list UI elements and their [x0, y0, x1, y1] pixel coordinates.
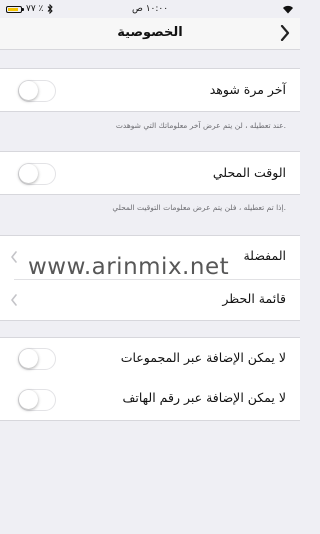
navigation-bar: الخصوصية	[0, 18, 300, 50]
add-via-phone-label: لا يمكن الإضافة عبر رقم الهاتف	[122, 390, 286, 405]
last-seen-section: آخر مرة شوهد	[0, 68, 300, 112]
last-seen-row: آخر مرة شوهد	[0, 69, 300, 113]
battery-percent: ٧٧ ٪	[26, 4, 44, 14]
back-button[interactable]	[276, 22, 294, 44]
chevron-left-icon	[11, 294, 17, 306]
add-via-phone-toggle[interactable]	[18, 389, 56, 411]
last-seen-toggle[interactable]	[18, 80, 56, 102]
favorites-row[interactable]: المفضلة	[0, 236, 300, 279]
add-via-groups-toggle[interactable]	[18, 348, 56, 370]
block-list-row[interactable]: قائمة الحظر	[0, 279, 300, 322]
chevron-right-icon	[280, 25, 290, 41]
last-seen-label: آخر مرة شوهد	[209, 82, 286, 97]
chevron-left-icon	[11, 251, 17, 263]
status-left: ٧٧ ٪	[6, 4, 54, 14]
add-via-groups-row: لا يمكن الإضافة عبر المجموعات	[0, 338, 300, 380]
page-title: الخصوصية	[117, 25, 183, 40]
adding-section: لا يمكن الإضافة عبر المجموعات لا يمكن ال…	[0, 337, 300, 421]
local-time-row: الوقت المحلي	[0, 152, 300, 196]
wifi-icon	[283, 5, 293, 13]
status-bar: ٧٧ ٪ ١٠:٠٠ ص	[0, 0, 300, 18]
block-list-label: قائمة الحظر	[222, 291, 286, 306]
add-via-phone-row: لا يمكن الإضافة عبر رقم الهاتف	[0, 380, 300, 422]
local-time-toggle[interactable]	[18, 163, 56, 185]
favorites-label: المفضلة	[243, 248, 286, 263]
local-time-label: الوقت المحلي	[212, 165, 286, 180]
last-seen-footer: .عند تعطيله ، لن يتم عرض آخر معلوماتك ال…	[115, 121, 286, 130]
status-right	[282, 5, 294, 14]
bluetooth-icon	[48, 4, 54, 14]
battery-icon	[6, 5, 24, 13]
local-time-section: الوقت المحلي	[0, 151, 300, 195]
add-via-groups-label: لا يمكن الإضافة عبر المجموعات	[120, 350, 286, 365]
lists-section: المفضلة قائمة الحظر	[0, 235, 300, 321]
local-time-footer: .إذا تم تعطيله ، فلن يتم عرض معلومات الت…	[112, 203, 286, 212]
